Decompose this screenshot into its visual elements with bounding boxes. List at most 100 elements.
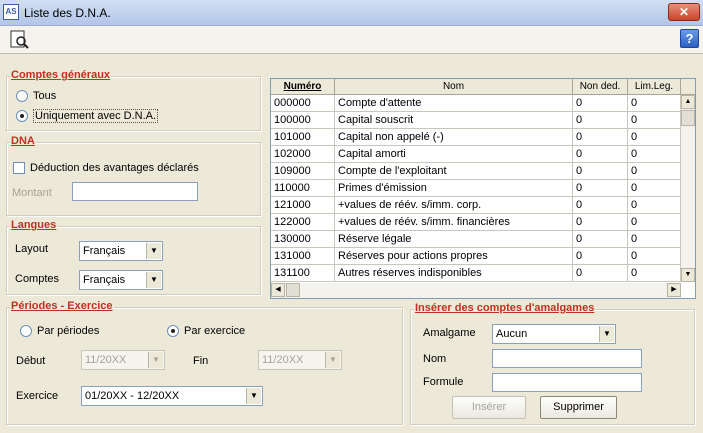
table-row[interactable]: 121000 +values de réév. s/imm. corp. 0 0 — [271, 197, 681, 214]
amalgames-legend: Insérer des comptes d'amalgames — [414, 302, 596, 314]
table-row[interactable]: 101000 Capital non appelé (-) 0 0 — [271, 129, 681, 146]
radio-par-exercice-circle[interactable] — [167, 325, 179, 337]
table-row[interactable]: 000000 Compte d'attente 0 0 — [271, 95, 681, 112]
table-cell: Capital amorti — [335, 146, 573, 163]
radio-par-exercice[interactable]: Par exercice — [167, 325, 245, 337]
radio-uniquement-dna[interactable]: Uniquement avec D.N.A. — [16, 109, 159, 123]
comptes-select-value: Français — [83, 274, 126, 286]
amalgame-label: Amalgame — [423, 327, 476, 339]
layout-select[interactable]: Français ▼ — [79, 241, 163, 261]
table-cell: 0 — [628, 265, 681, 282]
table-cell: 0 — [573, 265, 628, 282]
table-cell: 130000 — [271, 231, 335, 248]
supprimer-button[interactable]: Supprimer — [540, 396, 617, 419]
table-cell: 0 — [573, 95, 628, 112]
radio-par-periodes[interactable]: Par périodes — [20, 325, 99, 337]
comptes-generaux-legend: Comptes généraux — [10, 69, 112, 81]
chevron-down-icon[interactable]: ▼ — [146, 272, 161, 288]
col-header-nom[interactable]: Nom — [335, 79, 573, 95]
close-button[interactable]: ✕ — [668, 3, 700, 21]
table-row[interactable]: 110000 Primes d'émission 0 0 — [271, 180, 681, 197]
table-cell: 109000 — [271, 163, 335, 180]
scroll-thumb[interactable] — [681, 110, 695, 126]
inserer-button[interactable]: Insérer — [452, 396, 526, 419]
table-cell: 0 — [573, 112, 628, 129]
exercice-select-value: 01/20XX - 12/20XX — [85, 390, 180, 402]
accounts-table: Numéro Nom Non ded. Lim.Leg. 000000 Compt… — [270, 78, 696, 299]
scroll-left-icon[interactable]: ◀ — [271, 283, 285, 297]
col-header-non-ded[interactable]: Non ded. — [573, 79, 628, 95]
table-header: Numéro Nom Non ded. Lim.Leg. — [271, 79, 695, 95]
dna-group: DNA Déduction des avantages déclarés Mon… — [6, 135, 261, 216]
table-cell: 0 — [628, 112, 681, 129]
chevron-down-icon[interactable]: ▼ — [246, 388, 261, 404]
table-row[interactable]: 100000 Capital souscrit 0 0 — [271, 112, 681, 129]
table-cell: 0 — [573, 129, 628, 146]
chevron-down-icon[interactable]: ▼ — [146, 243, 161, 259]
periodes-group: Périodes - Exercice Par périodes Par exe… — [6, 300, 403, 425]
table-cell: 0 — [573, 180, 628, 197]
table-cell: 0 — [573, 248, 628, 265]
table-cell: 0 — [628, 248, 681, 265]
title-bar: AS Liste des D.N.A. ✕ — [0, 0, 703, 26]
table-cell: 131100 — [271, 265, 335, 282]
table-cell: +values de réév. s/imm. corp. — [335, 197, 573, 214]
chevron-down-icon[interactable]: ▼ — [325, 352, 340, 368]
deduction-checkbox-row[interactable]: Déduction des avantages déclarés — [13, 162, 199, 174]
table-cell: 131000 — [271, 248, 335, 265]
preview-search-icon[interactable] — [9, 29, 31, 51]
table-cell: 0 — [573, 231, 628, 248]
periodes-legend: Périodes - Exercice — [10, 300, 114, 312]
table-row[interactable]: 122000 +values de réév. s/imm. financière… — [271, 214, 681, 231]
table-cell: +values de réév. s/imm. financières — [335, 214, 573, 231]
table-cell: 0 — [628, 197, 681, 214]
table-cell: 121000 — [271, 197, 335, 214]
table-row[interactable]: 130000 Réserve légale 0 0 — [271, 231, 681, 248]
col-header-numero[interactable]: Numéro — [271, 79, 335, 95]
table-cell: 122000 — [271, 214, 335, 231]
radio-par-exercice-label: Par exercice — [184, 325, 246, 337]
scroll-up-icon[interactable]: ▲ — [681, 95, 695, 109]
window-title: Liste des D.N.A. — [24, 6, 111, 20]
vertical-scrollbar[interactable]: ▲ ▼ — [681, 95, 695, 282]
table-cell: Capital souscrit — [335, 112, 573, 129]
radio-par-periodes-circle[interactable] — [20, 325, 32, 337]
formule-field[interactable] — [492, 373, 642, 392]
amalgame-select-value: Aucun — [496, 328, 528, 340]
nom-field[interactable] — [492, 349, 642, 368]
radio-uniquement-dna-circle[interactable] — [16, 110, 28, 122]
table-cell: 100000 — [271, 112, 335, 129]
debut-select-value: 11/20XX — [85, 354, 127, 366]
amalgame-select[interactable]: Aucun ▼ — [492, 324, 616, 344]
horizontal-scrollbar[interactable]: ◀ ▶ — [271, 283, 681, 298]
langues-group: Langues Layout Français ▼ Comptes França… — [6, 219, 261, 295]
fin-select[interactable]: 11/20XX ▼ — [258, 350, 342, 370]
exercice-select[interactable]: 01/20XX - 12/20XX ▼ — [81, 386, 263, 406]
exercice-label: Exercice — [16, 390, 59, 402]
help-icon[interactable]: ? — [680, 29, 699, 48]
table-cell: Primes d'émission — [335, 180, 573, 197]
radio-tous-circle[interactable] — [16, 90, 28, 102]
col-header-lim-leg[interactable]: Lim.Leg. — [628, 79, 681, 95]
radio-tous[interactable]: Tous — [16, 90, 56, 102]
formule-label: Formule — [423, 376, 464, 388]
chevron-down-icon[interactable]: ▼ — [148, 352, 163, 368]
table-cell: 110000 — [271, 180, 335, 197]
hscroll-thumb[interactable] — [286, 283, 300, 297]
montant-field[interactable] — [72, 182, 198, 201]
chevron-down-icon[interactable]: ▼ — [599, 326, 614, 342]
scroll-down-icon[interactable]: ▼ — [681, 268, 695, 282]
deduction-checkbox[interactable] — [13, 162, 25, 174]
scroll-right-icon[interactable]: ▶ — [667, 283, 681, 297]
table-row[interactable]: 109000 Compte de l'exploitant 0 0 — [271, 163, 681, 180]
radio-uniquement-dna-label: Uniquement avec D.N.A. — [33, 109, 159, 123]
table-cell: Réserve légale — [335, 231, 573, 248]
table-row[interactable]: 131100 Autres réserves indisponibles 0 0 — [271, 265, 681, 282]
fin-label: Fin — [193, 355, 209, 367]
comptes-select[interactable]: Français ▼ — [79, 270, 163, 290]
table-row[interactable]: 102000 Capital amorti 0 0 — [271, 146, 681, 163]
debut-select[interactable]: 11/20XX ▼ — [81, 350, 165, 370]
table-cell: 0 — [628, 129, 681, 146]
table-row[interactable]: 131000 Réserves pour actions propres 0 0 — [271, 248, 681, 265]
table-cell: 0 — [628, 163, 681, 180]
